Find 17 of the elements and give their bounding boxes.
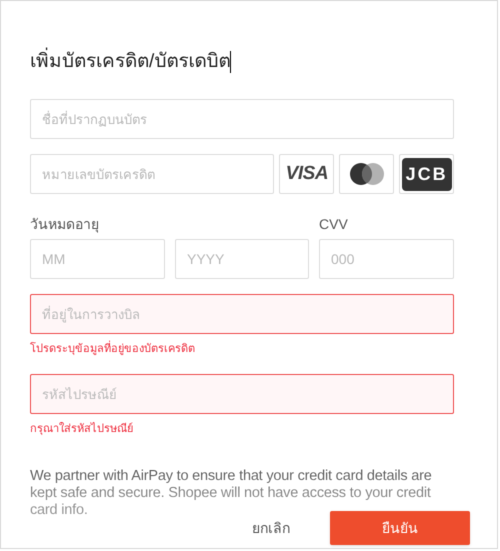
postal-code-field[interactable]: รหัสไปรษณีย์ (30, 374, 454, 414)
text-cursor (230, 51, 232, 73)
visa-logo: VISA (279, 154, 334, 194)
error-message: โปรดระบุข้อมูลที่อยู่ของบัตรเครดิต (30, 343, 195, 355)
cvv-label: CVV (319, 215, 348, 234)
billing-address-field[interactable]: ที่อยู่ในการวางบิล (30, 294, 454, 334)
error-message: กรุณาใส่รหัสไปรษณีย์ (30, 423, 133, 435)
month-field[interactable]: MM (30, 239, 165, 279)
card-number-field[interactable]: หมายเลขบัตรเครดิต (30, 154, 274, 194)
cvv-field[interactable]: 000 (319, 239, 454, 279)
dialog-title: เพิ่มบัตรเครดิต/บัตรเดบิต (30, 48, 230, 76)
card-name-field[interactable]: ชื่อที่ปรากฏบนบัตร (30, 99, 454, 139)
year-field[interactable]: YYYY (175, 239, 309, 279)
mastercard-logo (339, 154, 394, 194)
jcb-logo: JCB (399, 154, 454, 194)
confirm-button[interactable]: ยืนยัน (330, 511, 470, 545)
expiry-label: วันหมดอายุ (30, 215, 100, 235)
